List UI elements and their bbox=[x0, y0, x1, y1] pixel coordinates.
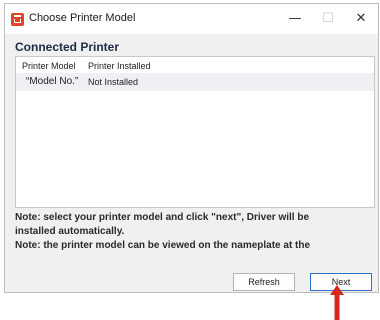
column-header-printer-model[interactable]: Printer Model bbox=[22, 61, 76, 71]
title-bar: Choose Printer Model — ☐ ✕ bbox=[5, 4, 378, 34]
pointer-arrow-icon bbox=[330, 285, 344, 320]
note-line: Note: the printer model can be viewed on… bbox=[15, 240, 311, 251]
column-header-printer-installed[interactable]: Printer Installed bbox=[88, 61, 151, 71]
minimize-button[interactable]: — bbox=[280, 8, 310, 30]
printer-model-cell: “Model No.” bbox=[26, 76, 79, 87]
printer-status-cell: Not Installed bbox=[88, 77, 139, 87]
section-label: Connected Printer bbox=[15, 40, 120, 54]
printer-list[interactable]: Printer Model Printer Installed “Model N… bbox=[15, 56, 375, 208]
list-header: Printer Model Printer Installed bbox=[16, 57, 374, 73]
choose-printer-dialog: Choose Printer Model — ☐ ✕ Connected Pri… bbox=[4, 3, 379, 293]
window-title: Choose Printer Model bbox=[29, 12, 136, 24]
maximize-button: ☐ bbox=[322, 11, 334, 26]
close-button[interactable]: ✕ bbox=[346, 8, 376, 30]
list-item[interactable]: “Model No.” Not Installed bbox=[16, 73, 374, 91]
printer-app-icon bbox=[11, 13, 24, 26]
note-line: installed automatically. bbox=[15, 226, 125, 237]
instructions-note: Note: select your printer model and clic… bbox=[15, 211, 375, 253]
refresh-button[interactable]: Refresh bbox=[233, 273, 295, 291]
note-line: Note: select your printer model and clic… bbox=[15, 212, 310, 223]
